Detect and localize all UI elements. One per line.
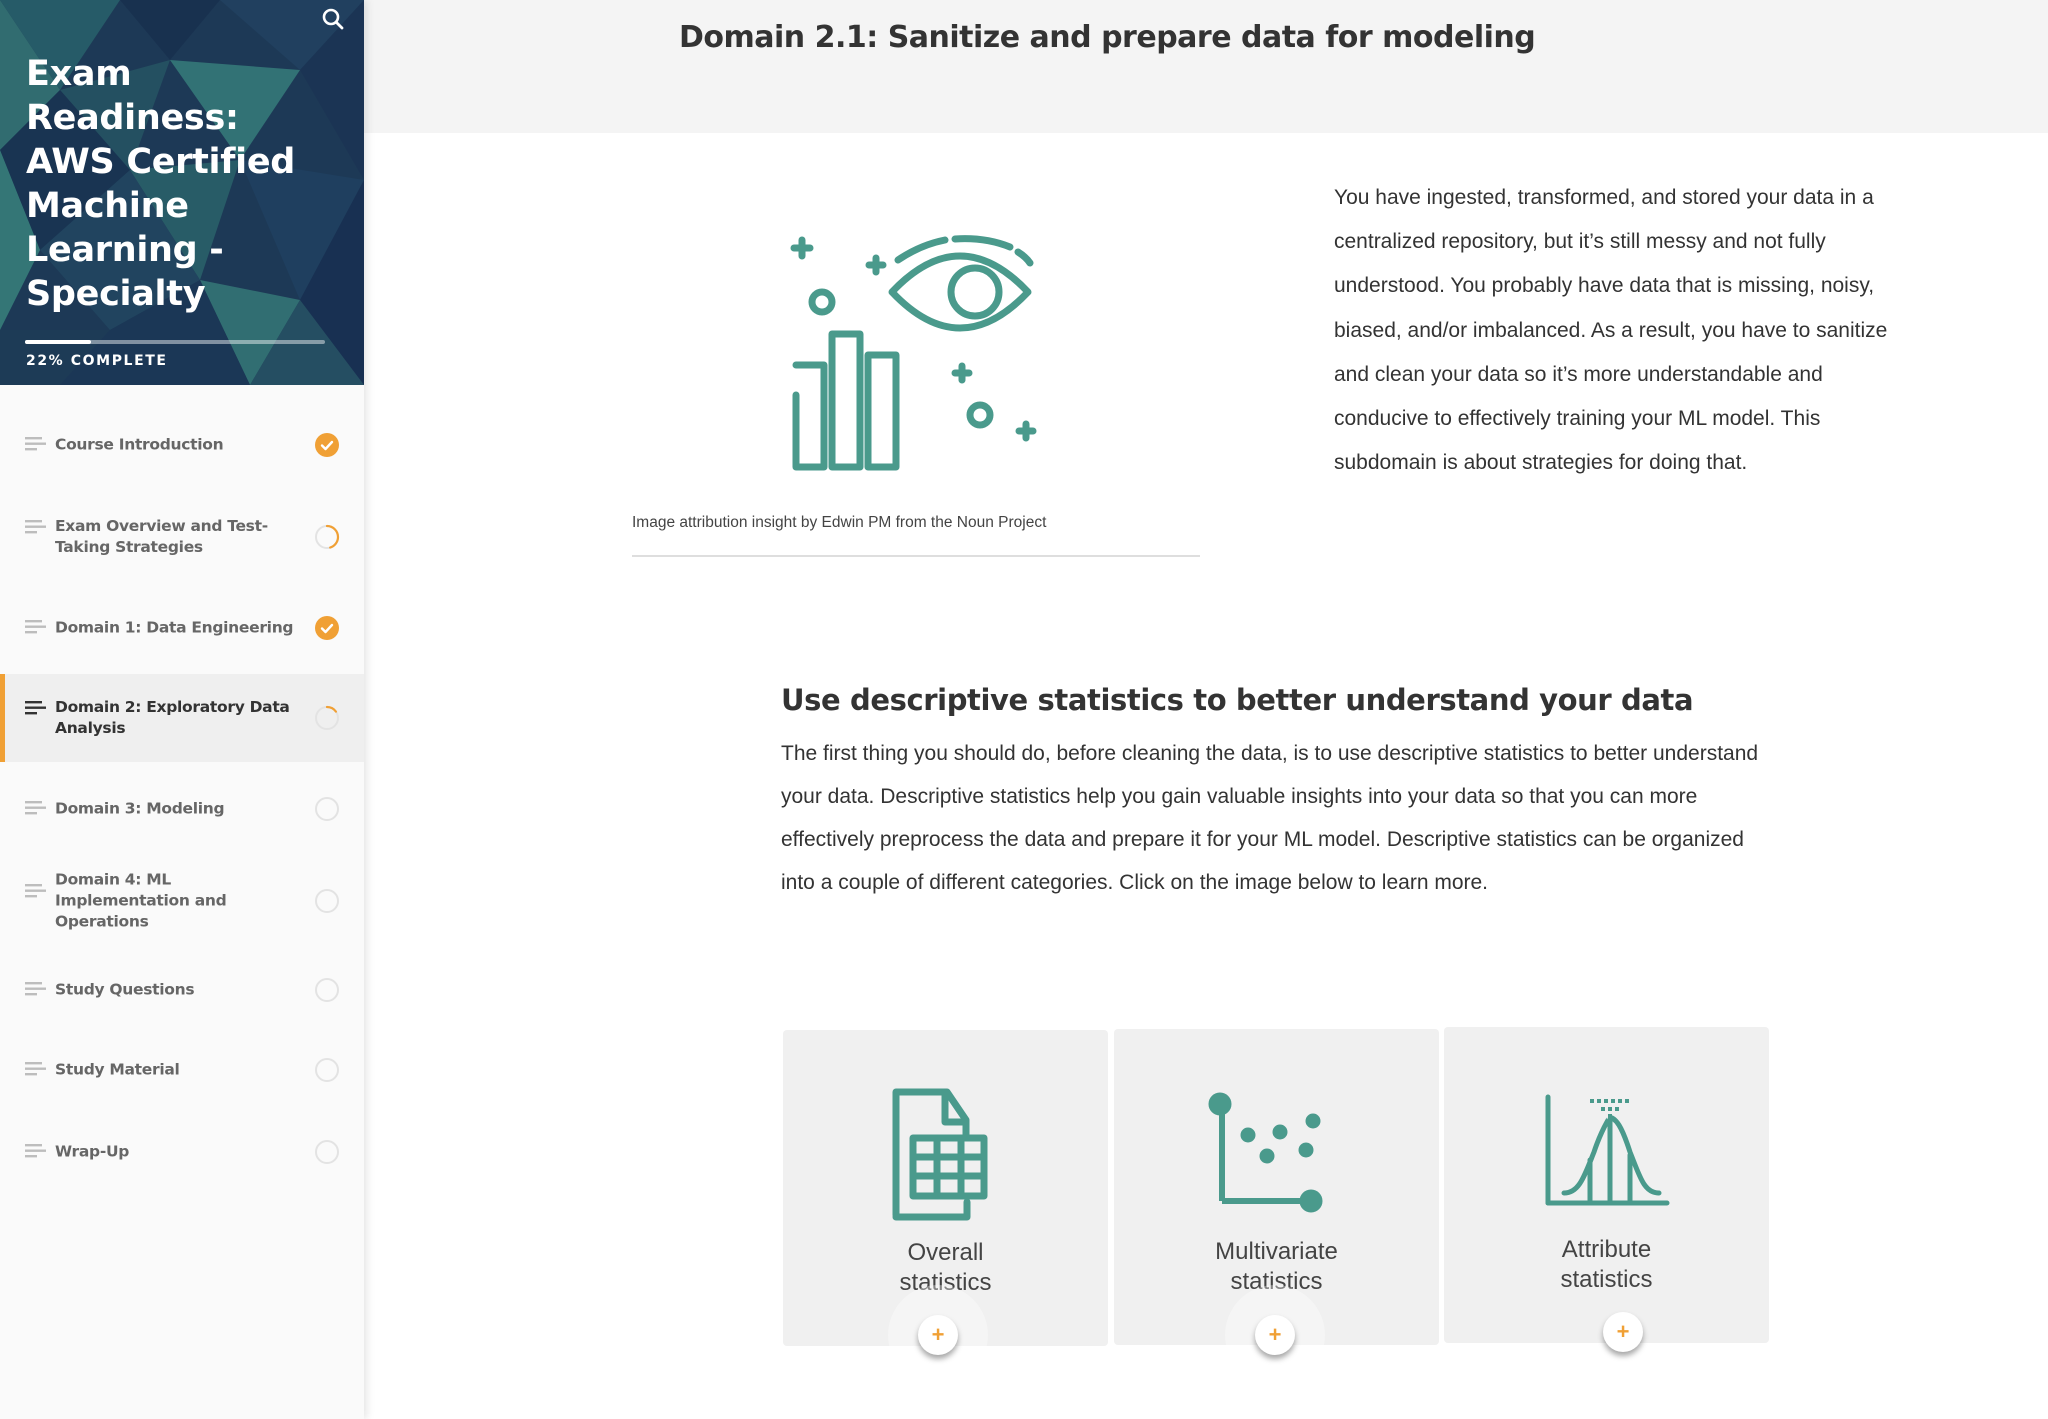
image-attribution: Image attribution insight by Edwin PM fr… — [632, 514, 1047, 531]
card-label-line1: Multivariate — [1215, 1238, 1338, 1265]
sidebar-item-label: Exam Overview and Test-Taking Strategies — [55, 517, 268, 556]
sidebar-item-domain-2-exploratory-data-analysis[interactable]: Domain 2: Exploratory Data Analysis — [0, 674, 364, 762]
sidebar-item-label: Domain 3: Modeling — [55, 799, 225, 818]
lesson-list-icon — [25, 982, 46, 996]
not-started-ring-icon — [315, 797, 339, 821]
not-started-ring-icon — [315, 978, 339, 1002]
lesson-list-icon — [25, 437, 46, 451]
section-paragraph: The first thing you should do, before cl… — [781, 742, 1759, 894]
sidebar-item-label: Wrap-Up — [55, 1142, 130, 1161]
lesson-list-icon — [25, 620, 46, 634]
scatter-plot-icon — [1208, 1092, 1323, 1213]
page-title: Domain 2.1: Sanitize and prepare data fo… — [679, 20, 1536, 55]
lesson-list-icon — [25, 1144, 46, 1158]
not-started-ring-icon — [315, 1058, 339, 1082]
sidebar-item-label: Domain 1: Data Engineering — [55, 618, 294, 637]
sidebar-item-domain-4-ml-implementation-and-operations[interactable]: Domain 4: ML Implementation and Operatio… — [0, 866, 364, 936]
sidebar-item-study-material[interactable]: Study Material — [0, 1045, 364, 1095]
not-started-ring-icon — [315, 1140, 339, 1164]
course-title: Exam Readiness: AWS Certified Machine Le… — [26, 54, 296, 314]
sidebar-item-domain-3-modeling[interactable]: Domain 3: Modeling — [0, 784, 364, 834]
card-label-line1: Attribute — [1561, 1236, 1652, 1263]
card-multivariate-statistics[interactable]: Multivariate statistics + — [1114, 1029, 1439, 1385]
sidebar-item-label: Study Questions — [55, 980, 195, 999]
caption-divider — [632, 555, 1200, 557]
sidebar-item-label: Domain 2: Exploratory Data Analysis — [55, 698, 290, 737]
bell-curve-icon — [1545, 1094, 1670, 1206]
course-header: Exam Readiness: AWS Certified Machine Le… — [0, 0, 364, 385]
lesson-list-icon — [25, 801, 46, 815]
course-progress-fill — [25, 340, 91, 344]
not-started-ring-icon — [315, 889, 339, 913]
card-label-line2: statistics — [1560, 1266, 1653, 1293]
sidebar-item-wrap-up[interactable]: Wrap-Up — [0, 1127, 364, 1177]
expand-attribute-button[interactable]: + — [1603, 1312, 1643, 1352]
complete-check-icon — [315, 433, 339, 457]
sidebar-item-exam-overview-and-test-taking-strategies[interactable]: Exam Overview and Test-Taking Strategies — [0, 500, 364, 574]
sidebar-item-study-questions[interactable]: Study Questions — [0, 965, 364, 1015]
course-progress-label: 22% COMPLETE — [26, 353, 168, 369]
in-progress-ring-icon — [314, 705, 340, 731]
sidebar-item-course-introduction[interactable]: Course Introduction — [0, 420, 364, 470]
card-label: Attribute statistics — [1444, 1235, 1769, 1295]
section-heading: Use descriptive statistics to better und… — [781, 683, 1694, 717]
sidebar-item-domain-1-data-engineering[interactable]: Domain 1: Data Engineering — [0, 603, 364, 653]
sidebar-item-label: Study Material — [55, 1060, 180, 1079]
sidebar-item-label: Domain 4: ML Implementation and Operatio… — [55, 870, 227, 931]
lesson-list-icon — [25, 1062, 46, 1076]
in-progress-ring-icon — [314, 524, 340, 550]
card-label-line1: Overall — [907, 1239, 984, 1266]
expand-overall-button[interactable]: + — [918, 1315, 958, 1355]
lesson-list-icon — [25, 884, 46, 898]
intro-paragraph: You have ingested, transformed, and stor… — [1334, 186, 1888, 475]
insight-eye-chart-icon — [790, 235, 1037, 471]
complete-check-icon — [315, 616, 339, 640]
course-progress-bar — [25, 340, 325, 344]
card-overall-statistics[interactable]: Overall statistics + — [783, 1030, 1108, 1385]
lesson-list-icon — [25, 520, 46, 534]
search-icon — [322, 8, 344, 30]
spreadsheet-icon — [892, 1088, 988, 1221]
card-attribute-statistics[interactable]: Attribute statistics + — [1444, 1027, 1769, 1352]
expand-multivariate-button[interactable]: + — [1255, 1315, 1295, 1355]
search-button[interactable] — [318, 4, 348, 34]
sidebar-item-label: Course Introduction — [55, 435, 224, 454]
lesson-list-icon — [25, 701, 46, 715]
course-sidebar: Exam Readiness: AWS Certified Machine Le… — [0, 0, 364, 1419]
